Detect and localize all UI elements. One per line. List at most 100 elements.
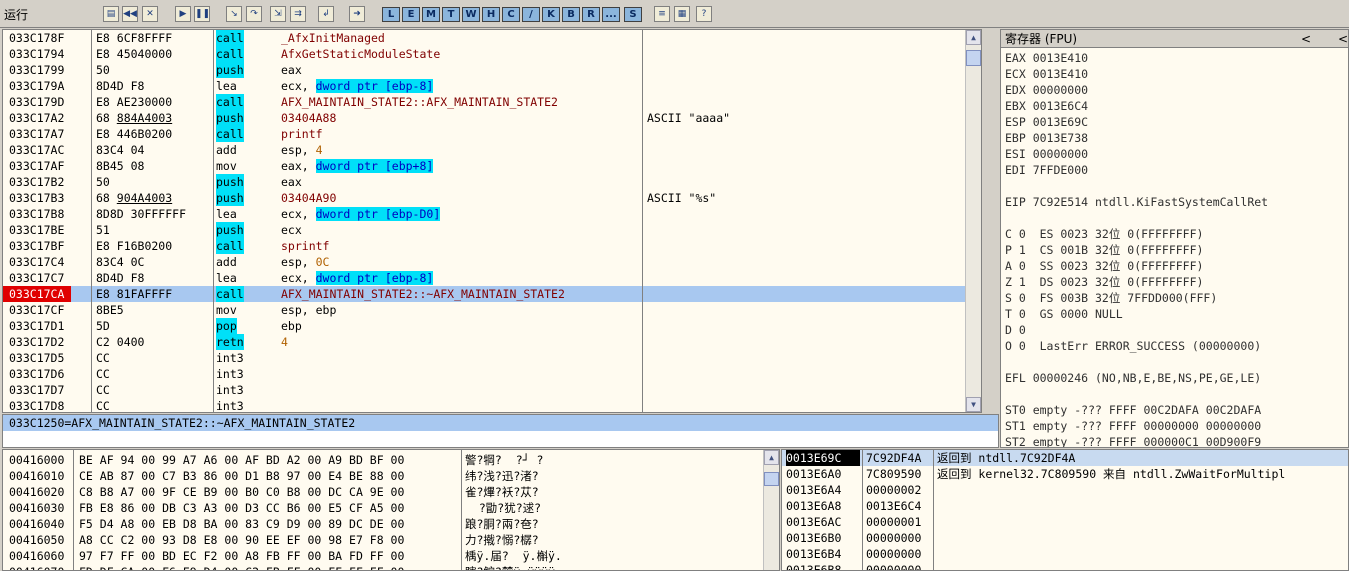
address-cell[interactable]: 033C17D6 — [3, 366, 71, 382]
register-line[interactable]: P 1 CS 001B 32位 0(FFFFFFFF) — [1005, 242, 1203, 258]
disasm-row[interactable]: 033C17CF 8BE5 mov esp, ebp — [3, 302, 981, 318]
disasm-row[interactable]: 033C17B8 8D8D 30FFFFFF lea ecx, dword ptr [… — [3, 206, 981, 222]
register-line[interactable]: EBX 0013E6C4 — [1005, 98, 1088, 114]
view-button[interactable]: M — [422, 7, 440, 22]
disasm-row[interactable]: 033C179A 8D4D F8 lea ecx, dword ptr [ebp-8] — [3, 78, 981, 94]
view-button[interactable]: E — [402, 7, 420, 22]
view-button[interactable]: S — [624, 7, 642, 22]
help-icon[interactable]: ? — [696, 6, 712, 22]
rewind-icon[interactable]: ◀◀ — [122, 6, 138, 22]
register-line[interactable]: EIP 7C92E514 ntdll.KiFastSystemCallRet — [1005, 194, 1268, 210]
disasm-row[interactable]: 033C17B2 50 push eax — [3, 174, 981, 190]
stack-pane[interactable]: 0013E69C 7C92DF4A 返回到 ntdll.7C92DF4A 0013E6… — [781, 449, 1349, 571]
address-cell[interactable]: 033C17D2 — [3, 334, 71, 350]
disasm-row[interactable]: 033C17D6 CC int3 — [3, 366, 981, 382]
address-cell[interactable]: 033C17D5 — [3, 350, 71, 366]
disasm-row[interactable]: 033C17B3 68 904A4003 push 03404A90 ASCII "%s… — [3, 190, 981, 206]
scroll-thumb[interactable] — [764, 472, 779, 486]
view-button[interactable]: L — [382, 7, 400, 22]
address-cell[interactable]: 033C17D1 — [3, 318, 71, 334]
scroll-up-icon[interactable]: ▲ — [966, 30, 981, 45]
disasm-row[interactable]: 033C17BE 51 push ecx — [3, 222, 981, 238]
disassembly-scrollbar[interactable]: ▲ ▼ — [965, 30, 981, 412]
scroll-down-icon[interactable]: ▼ — [966, 397, 981, 412]
view-button[interactable]: C — [502, 7, 520, 22]
disasm-row[interactable]: 033C17A2 68 884A4003 push 03404A88 ASCII "aa… — [3, 110, 981, 126]
address-cell[interactable]: 033C17AC — [3, 142, 71, 158]
register-line[interactable]: ESP 0013E69C — [1005, 114, 1088, 130]
address-cell[interactable]: 033C17C7 — [3, 270, 71, 286]
scroll-thumb[interactable] — [966, 50, 981, 66]
dump-scrollbar[interactable]: ▲ — [763, 450, 779, 570]
stack-row[interactable]: 0013E6B4 00000000 — [782, 546, 1348, 562]
register-line[interactable]: D 0 — [1005, 322, 1026, 338]
close-icon[interactable]: ✕ — [142, 6, 158, 22]
disasm-row[interactable]: 033C17D8 CC int3 — [3, 398, 981, 412]
address-cell[interactable]: 033C17BF — [3, 238, 71, 254]
stack-row[interactable]: 0013E6A0 7C809590 返回到 kernel32.7C809590 来自… — [782, 466, 1348, 482]
address-cell[interactable]: 033C17AF — [3, 158, 71, 174]
disasm-row[interactable]: 033C17CA E8 81FAFFFF call AFX_MAINTAIN_STAT… — [3, 286, 981, 302]
address-cell[interactable]: 033C17B2 — [3, 174, 71, 190]
view-button[interactable]: W — [462, 7, 480, 22]
register-line[interactable]: ECX 0013E410 — [1005, 66, 1088, 82]
address-cell[interactable]: 033C1794 — [3, 46, 71, 62]
address-cell[interactable]: 033C1799 — [3, 62, 71, 78]
grid-icon[interactable]: ▦ — [674, 6, 690, 22]
address-cell[interactable]: 033C179D — [3, 94, 71, 110]
disasm-row[interactable]: 033C17AF 8B45 08 mov eax, dword ptr [ebp+8] — [3, 158, 981, 174]
view-button[interactable]: ... — [602, 7, 620, 22]
execute-till-return-icon[interactable]: ↲ — [318, 6, 334, 22]
register-line[interactable]: A 0 SS 0023 32位 0(FFFFFFFF) — [1005, 258, 1203, 274]
view-button[interactable]: B — [562, 7, 580, 22]
disasm-row[interactable]: 033C17C7 8D4D F8 lea ecx, dword ptr [ebp-8] — [3, 270, 981, 286]
address-cell[interactable]: 033C17CA — [3, 286, 71, 302]
registers-pane[interactable]: 寄存器 (FPU) < < EAX 0013E410 ECX 0013E410 ED… — [1000, 29, 1349, 448]
stack-row[interactable]: 0013E69C 7C92DF4A 返回到 ntdll.7C92DF4A — [782, 450, 1348, 466]
disasm-row[interactable]: 033C17D1 5D pop ebp — [3, 318, 981, 334]
step-into-icon[interactable]: ↘ — [226, 6, 242, 22]
scroll-up-icon[interactable]: ▲ — [764, 450, 779, 465]
register-line[interactable]: C 0 ES 0023 32位 0(FFFFFFFF) — [1005, 226, 1203, 242]
disassembly-pane[interactable]: 033C178F E8 6CF8FFFF call _AfxInitManaged 03… — [2, 29, 982, 413]
address-cell[interactable]: 033C17D7 — [3, 382, 71, 398]
list-icon[interactable]: ≡ — [654, 6, 670, 22]
registers-title[interactable]: 寄存器 (FPU) < < — [1001, 30, 1348, 48]
register-line[interactable]: ST0 empty -??? FFFF 00C2DAFA 00C2DAFA — [1005, 402, 1261, 418]
disasm-row[interactable]: 033C178F E8 6CF8FFFF call _AfxInitManaged — [3, 30, 981, 46]
view-button[interactable]: R — [582, 7, 600, 22]
address-cell[interactable]: 033C17A2 — [3, 110, 71, 126]
disasm-row[interactable]: 033C17BF E8 F16B0200 call sprintf — [3, 238, 981, 254]
dump-pane[interactable]: 00416000 BE AF 94 00 99 A7 A6 00 AF BD A2… — [2, 449, 780, 571]
register-line[interactable]: T 0 GS 0000 NULL — [1005, 306, 1123, 322]
disasm-row[interactable]: 033C179D E8 AE230000 call AFX_MAINTAIN_STAT… — [3, 94, 981, 110]
register-line[interactable]: EBP 0013E738 — [1005, 130, 1088, 146]
disasm-row[interactable]: 033C1794 E8 45040000 call AfxGetStaticModul… — [3, 46, 981, 62]
register-line[interactable]: EFL 00000246 (NO,NB,E,BE,NS,PE,GE,LE) — [1005, 370, 1261, 386]
stack-row[interactable]: 0013E6AC 00000001 — [782, 514, 1348, 530]
step-over-icon[interactable]: ↷ — [246, 6, 262, 22]
view-button[interactable]: K — [542, 7, 560, 22]
disasm-row[interactable]: 033C17C4 83C4 0C add esp, 0C — [3, 254, 981, 270]
register-line[interactable]: ESI 00000000 — [1005, 146, 1088, 162]
disasm-row[interactable]: 033C17D7 CC int3 — [3, 382, 981, 398]
register-line[interactable]: ST1 empty -??? FFFF 00000000 00000000 — [1005, 418, 1261, 434]
disasm-row[interactable]: 033C17D2 C2 0400 retn 4 — [3, 334, 981, 350]
address-cell[interactable]: 033C17CF — [3, 302, 71, 318]
address-cell[interactable]: 033C17C4 — [3, 254, 71, 270]
register-line[interactable]: EAX 0013E410 — [1005, 50, 1088, 66]
view-button[interactable]: T — [442, 7, 460, 22]
register-line[interactable]: O 0 LastErr ERROR_SUCCESS (00000000) — [1005, 338, 1261, 354]
open-icon[interactable]: ▤ — [103, 6, 119, 22]
address-cell[interactable]: 033C17A7 — [3, 126, 71, 142]
register-line[interactable]: EDI 7FFDE000 — [1005, 162, 1088, 178]
address-cell[interactable]: 033C17B8 — [3, 206, 71, 222]
trace-over-icon[interactable]: ⇉ — [290, 6, 306, 22]
nav-right-icon[interactable]: < — [1338, 30, 1348, 48]
disasm-row[interactable]: 033C17D5 CC int3 — [3, 350, 981, 366]
trace-into-icon[interactable]: ⇲ — [270, 6, 286, 22]
view-button[interactable]: H — [482, 7, 500, 22]
disasm-row[interactable]: 033C17AC 83C4 04 add esp, 4 — [3, 142, 981, 158]
goto-icon[interactable]: ➜ — [349, 6, 365, 22]
pause-icon[interactable]: ❚❚ — [194, 6, 210, 22]
